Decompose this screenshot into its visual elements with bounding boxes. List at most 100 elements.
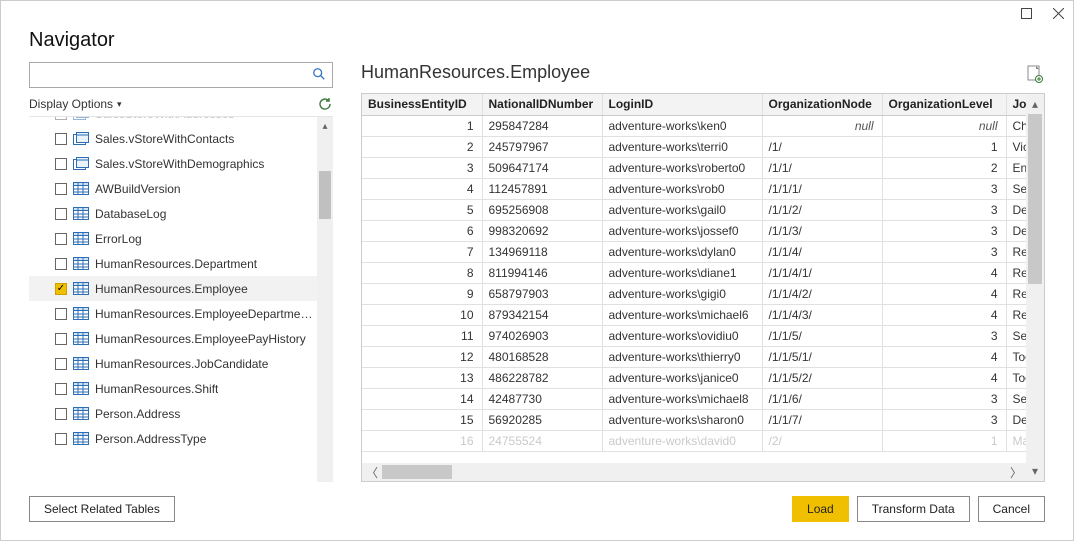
table-cell: 3 — [882, 199, 1006, 220]
tree-item[interactable]: SalesStoreWithAddresses — [29, 117, 317, 126]
cancel-button[interactable]: Cancel — [978, 496, 1045, 522]
scroll-up-icon[interactable]: ▴ — [322, 121, 327, 137]
column-header[interactable]: JobTitle — [1006, 94, 1026, 115]
tree-item[interactable]: Sales.vStoreWithDemographics — [29, 151, 317, 176]
data-grid[interactable]: BusinessEntityIDNationalIDNumberLoginIDO… — [362, 94, 1026, 481]
scroll-up-icon[interactable]: ▴ — [1032, 94, 1038, 114]
table-row[interactable]: 9658797903adventure-works\gigi0/1/1/4/2/… — [362, 283, 1026, 304]
scroll-down-icon[interactable]: ▾ — [1032, 461, 1038, 481]
tree-item[interactable]: AWBuildVersion — [29, 176, 317, 201]
table-cell: 6 — [362, 220, 482, 241]
column-header[interactable]: NationalIDNumber — [482, 94, 602, 115]
table-row[interactable]: 1295847284adventure-works\ken0nullnullCh… — [362, 115, 1026, 136]
table-row[interactable]: 1556920285adventure-works\sharon0/1/1/7/… — [362, 409, 1026, 430]
column-header[interactable]: BusinessEntityID — [362, 94, 482, 115]
checkbox[interactable] — [55, 408, 67, 420]
checkbox[interactable] — [55, 233, 67, 245]
table-cell: 9 — [362, 283, 482, 304]
table-icon — [73, 432, 89, 446]
table-cell: Des — [1006, 409, 1026, 430]
table-cell: 16 — [362, 430, 482, 451]
table-row[interactable]: 3509647174adventure-works\roberto0/1/1/2… — [362, 157, 1026, 178]
checkbox[interactable] — [55, 308, 67, 320]
table-cell: 4 — [882, 283, 1006, 304]
table-row[interactable]: 2245797967adventure-works\terri0/1/1Vice — [362, 136, 1026, 157]
table-cell: adventure-works\ovidiu0 — [602, 325, 762, 346]
table-cell: 509647174 — [482, 157, 602, 178]
checkbox[interactable] — [55, 333, 67, 345]
table-row[interactable]: 6998320692adventure-works\jossef0/1/1/3/… — [362, 220, 1026, 241]
display-options-dropdown[interactable]: Display Options ▾ — [29, 97, 122, 111]
table-cell: 811994146 — [482, 262, 602, 283]
maximize-icon[interactable] — [1019, 6, 1033, 20]
checkbox[interactable] — [55, 133, 67, 145]
tree-item[interactable]: Sales.vStoreWithContacts — [29, 126, 317, 151]
scroll-left-icon[interactable]: 〈 — [362, 464, 382, 481]
preview-options-icon[interactable] — [1027, 65, 1043, 81]
table-row[interactable]: 5695256908adventure-works\gail0/1/1/2/3D… — [362, 199, 1026, 220]
column-header[interactable]: OrganizationLevel — [882, 94, 1006, 115]
object-tree[interactable]: SalesStoreWithAddresses Sales.vStoreWithC… — [29, 117, 317, 482]
column-header[interactable]: LoginID — [602, 94, 762, 115]
scroll-thumb[interactable] — [319, 171, 331, 219]
close-icon[interactable] — [1051, 6, 1065, 20]
table-cell: Sen — [1006, 325, 1026, 346]
tree-item[interactable]: Person.Address — [29, 401, 317, 426]
checkbox[interactable] — [55, 183, 67, 195]
checkbox[interactable]: ✓ — [55, 283, 67, 295]
scroll-right-icon[interactable]: 〉 — [1006, 464, 1026, 481]
table-cell: /1/1/ — [762, 157, 882, 178]
table-row[interactable]: 1442487730adventure-works\michael8/1/1/6… — [362, 388, 1026, 409]
hscroll-thumb[interactable] — [382, 465, 452, 479]
checkbox[interactable] — [55, 383, 67, 395]
checkbox[interactable] — [55, 433, 67, 445]
table-row[interactable]: 13486228782adventure-works\janice0/1/1/5… — [362, 367, 1026, 388]
table-cell: adventure-works\dylan0 — [602, 241, 762, 262]
table-cell: adventure-works\michael6 — [602, 304, 762, 325]
column-header[interactable]: OrganizationNode — [762, 94, 882, 115]
refresh-icon[interactable] — [317, 96, 333, 112]
tree-item[interactable]: HumanResources.EmployeeDepartmen... — [29, 301, 317, 326]
table-cell: adventure-works\roberto0 — [602, 157, 762, 178]
tree-item-label: DatabaseLog — [95, 207, 166, 221]
load-button[interactable]: Load — [792, 496, 849, 522]
checkbox[interactable] — [55, 117, 67, 120]
transform-data-button[interactable]: Transform Data — [857, 496, 970, 522]
tree-item[interactable]: Person.AddressType — [29, 426, 317, 451]
tree-item[interactable]: HumanResources.Shift — [29, 376, 317, 401]
tree-item[interactable]: HumanResources.EmployeePayHistory — [29, 326, 317, 351]
tree-item[interactable]: ✓HumanResources.Employee — [29, 276, 317, 301]
table-row[interactable]: 7134969118adventure-works\dylan0/1/1/4/3… — [362, 241, 1026, 262]
select-related-tables-button[interactable]: Select Related Tables — [29, 496, 175, 522]
table-cell: /2/ — [762, 430, 882, 451]
tree-item[interactable]: DatabaseLog — [29, 201, 317, 226]
table-cell: /1/1/4/1/ — [762, 262, 882, 283]
tree-scrollbar[interactable]: ▴ — [317, 117, 333, 482]
table-row[interactable]: 11974026903adventure-works\ovidiu0/1/1/5… — [362, 325, 1026, 346]
table-cell: adventure-works\david0 — [602, 430, 762, 451]
table-row[interactable]: 10879342154adventure-works\michael6/1/1/… — [362, 304, 1026, 325]
table-row[interactable]: 12480168528adventure-works\thierry0/1/1/… — [362, 346, 1026, 367]
table-row[interactable]: 1624755524adventure-works\david0/2/1Ma — [362, 430, 1026, 451]
checkbox[interactable] — [55, 358, 67, 370]
tree-item[interactable]: HumanResources.Department — [29, 251, 317, 276]
table-cell: 1 — [882, 430, 1006, 451]
table-row[interactable]: 4112457891adventure-works\rob0/1/1/1/3Se… — [362, 178, 1026, 199]
tree-item-label: Sales.vStoreWithContacts — [95, 132, 234, 146]
search-input-wrapper[interactable] — [29, 62, 333, 88]
table-row[interactable]: 8811994146adventure-works\diane1/1/1/4/1… — [362, 262, 1026, 283]
table-cell: adventure-works\janice0 — [602, 367, 762, 388]
tree-item[interactable]: HumanResources.JobCandidate — [29, 351, 317, 376]
checkbox[interactable] — [55, 258, 67, 270]
checkbox[interactable] — [55, 208, 67, 220]
search-icon[interactable] — [312, 67, 326, 84]
checkbox[interactable] — [55, 158, 67, 170]
vertical-scrollbar[interactable]: ▴ ▾ — [1026, 94, 1044, 481]
table-cell: adventure-works\diane1 — [602, 262, 762, 283]
tree-item[interactable]: ErrorLog — [29, 226, 317, 251]
vscroll-thumb[interactable] — [1028, 114, 1042, 284]
horizontal-scrollbar[interactable]: 〈 〉 — [362, 463, 1026, 481]
table-cell: 13 — [362, 367, 482, 388]
search-input[interactable] — [36, 63, 312, 87]
table-icon — [73, 407, 89, 421]
